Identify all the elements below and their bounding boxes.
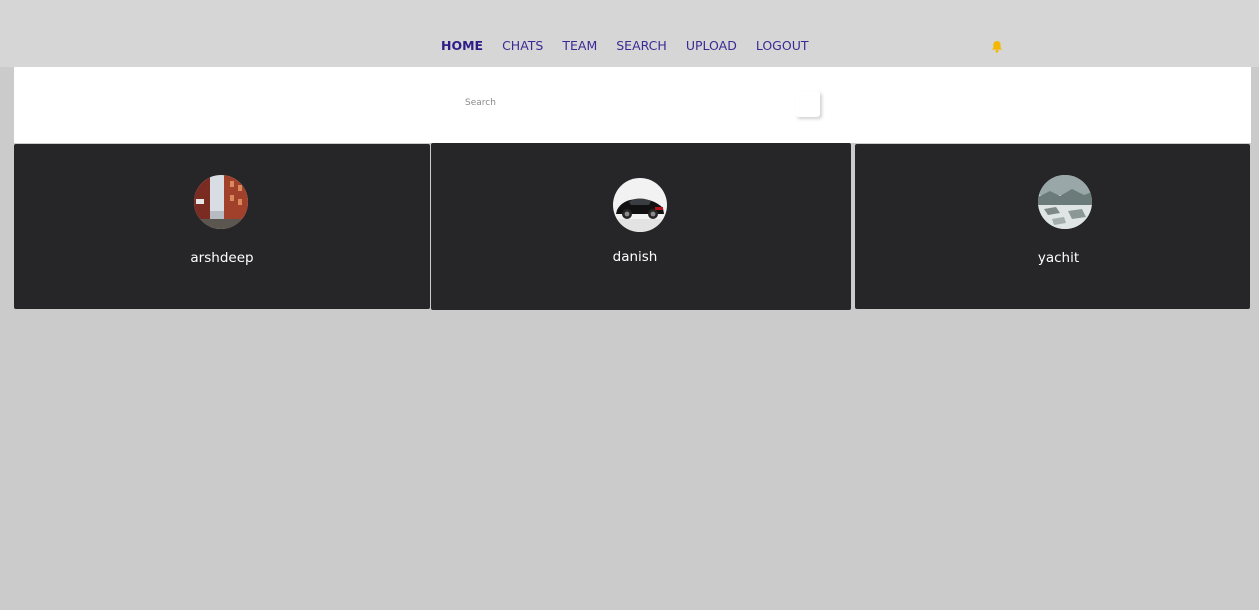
nav-logout-link[interactable]: LOGOUT xyxy=(756,38,809,53)
top-navbar: HOME CHATS TEAM SEARCH UPLOAD LOGOUT xyxy=(0,0,1259,67)
snowy-landscape-avatar xyxy=(1038,175,1092,229)
search-button[interactable] xyxy=(795,91,820,117)
username-label: yachit xyxy=(1037,250,1080,266)
nav-upload-link[interactable]: UPLOAD xyxy=(686,38,737,53)
nav-menu: HOME CHATS TEAM SEARCH UPLOAD LOGOUT xyxy=(441,36,809,54)
black-car-avatar xyxy=(613,178,667,232)
page: HOME CHATS TEAM SEARCH UPLOAD LOGOUT Sea… xyxy=(0,0,1259,610)
user-card-danish[interactable]: danish xyxy=(431,143,851,310)
nav-home-link[interactable]: HOME xyxy=(441,38,483,53)
bell-icon[interactable] xyxy=(991,38,1003,53)
nav-search-link[interactable]: SEARCH xyxy=(616,38,667,53)
user-card-yachit[interactable]: yachit xyxy=(855,144,1250,309)
search-input[interactable] xyxy=(454,91,800,115)
nav-chats-link[interactable]: CHATS xyxy=(502,38,543,53)
search-bar-section xyxy=(14,67,1251,143)
username-label: arshdeep xyxy=(190,250,254,266)
nav-team-link[interactable]: TEAM xyxy=(562,38,597,53)
username-label: danish xyxy=(612,249,658,265)
user-card-arshdeep[interactable]: arshdeep xyxy=(14,144,430,309)
street-photo-avatar xyxy=(194,175,248,229)
